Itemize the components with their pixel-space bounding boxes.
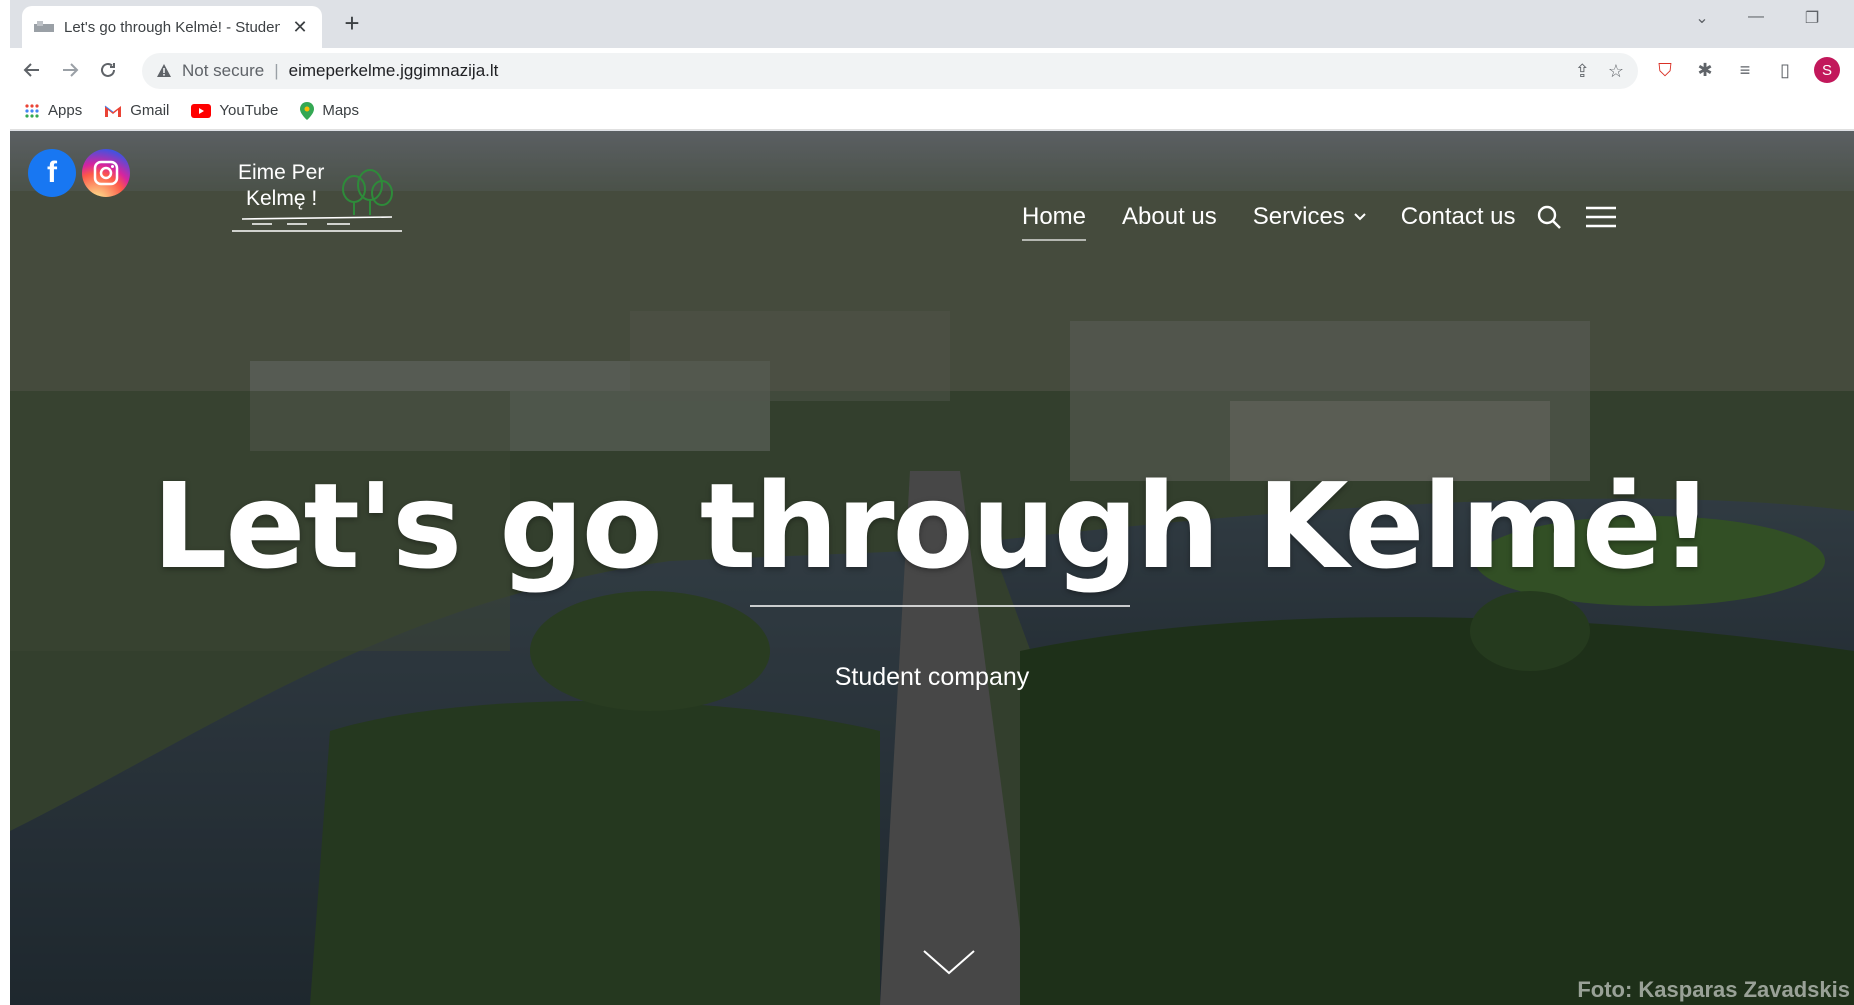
bookmark-label: YouTube: [219, 102, 279, 119]
bookmark-gmail[interactable]: Gmail: [104, 102, 169, 119]
chevron-down-icon: [1354, 213, 1366, 221]
facebook-icon[interactable]: f: [28, 149, 76, 197]
bookmark-maps[interactable]: Maps: [300, 101, 360, 120]
omnibox-actions: ⇪ ☆: [1575, 53, 1624, 89]
forward-arrow-icon: [63, 63, 79, 77]
browser-toolbar: Not secure | eimeperkelme.jggimnazija.lt…: [10, 48, 1854, 92]
nav-services-label: Services: [1252, 203, 1345, 230]
photo-credit: Foto: Kasparas Zavadskis: [1577, 977, 1850, 1002]
nav-services-link[interactable]: Services: [1253, 203, 1367, 241]
bookmark-label: Apps: [48, 102, 83, 119]
active-tab[interactable]: Let's go through Kelmė! - Studen ✕: [22, 6, 322, 48]
extensions-puzzle-icon[interactable]: ✱: [1694, 59, 1716, 81]
bookmark-star-icon[interactable]: ☆: [1608, 61, 1624, 82]
bookmark-apps[interactable]: Apps: [24, 102, 82, 119]
back-arrow-icon: [23, 63, 39, 77]
logo-trees-icon: [232, 169, 402, 232]
social-links: f: [28, 149, 130, 197]
hamburger-menu-icon[interactable]: [1585, 206, 1616, 228]
bookmark-youtube[interactable]: YouTube: [191, 102, 278, 119]
instagram-glyph-icon: [93, 160, 119, 186]
maps-pin-icon: [300, 101, 315, 120]
hero-title: Let's go through Kelmė!: [152, 457, 1714, 595]
restore-button[interactable]: ❐: [1792, 8, 1832, 28]
site-favicon-icon: [34, 21, 54, 32]
bookmarks-bar: Apps Gmail YouTube Maps: [10, 92, 1854, 130]
browser-window: Let's go through Kelmė! - Studen ✕ + ⌄ —…: [10, 0, 1854, 1005]
search-icon[interactable]: [1536, 204, 1562, 230]
url-separator: |: [274, 61, 279, 80]
scroll-down-chevron-icon[interactable]: [922, 949, 976, 982]
gmail-icon: [104, 105, 122, 117]
tab-title: Let's go through Kelmė! - Studen: [64, 18, 280, 36]
tab-close-icon[interactable]: ✕: [290, 17, 310, 38]
bookmark-label: Maps: [322, 102, 360, 119]
tab-search-chevron-icon[interactable]: ⌄: [1682, 8, 1722, 28]
back-button[interactable]: [16, 54, 48, 86]
reload-icon: [101, 62, 115, 77]
security-label: Not secure: [182, 61, 265, 80]
nav-contact-link[interactable]: Contact us: [1401, 203, 1516, 241]
reading-list-icon[interactable]: ≡: [1734, 59, 1756, 81]
instagram-icon[interactable]: [82, 149, 130, 197]
side-panel-icon[interactable]: ▯: [1774, 59, 1796, 81]
url-text: eimeperkelme.jggimnazija.lt: [288, 61, 499, 80]
hero-subtitle: Student company: [834, 663, 1030, 691]
minimize-button[interactable]: —: [1736, 8, 1776, 26]
site-navigation: Home About us Services Contact us: [1022, 193, 1616, 241]
profile-avatar[interactable]: S: [1814, 57, 1840, 83]
warning-icon: [157, 64, 171, 77]
new-tab-button[interactable]: +: [338, 10, 366, 38]
share-icon[interactable]: ⇪: [1575, 61, 1590, 82]
nav-about-link[interactable]: About us: [1122, 203, 1217, 241]
site-logo[interactable]: Eime Per Kelmę !: [232, 161, 412, 241]
forward-button[interactable]: [54, 54, 86, 86]
shield-extension-icon[interactable]: ⛉: [1654, 59, 1676, 81]
address-bar[interactable]: Not secure | eimeperkelme.jggimnazija.lt…: [142, 53, 1638, 89]
extension-area: ⛉ ✱ ≡ ▯ S: [1654, 54, 1840, 86]
page-viewport: f Eime Per Kelmę ! Home About us Service…: [10, 131, 1854, 1005]
hero-divider: [750, 605, 1130, 607]
apps-grid-icon: [25, 103, 39, 118]
reload-button[interactable]: [92, 54, 124, 86]
tab-strip: Let's go through Kelmė! - Studen ✕ + ⌄ —…: [10, 0, 1854, 48]
bookmark-label: Gmail: [130, 102, 170, 119]
nav-home-link[interactable]: Home: [1022, 203, 1087, 241]
youtube-icon: [191, 103, 212, 118]
